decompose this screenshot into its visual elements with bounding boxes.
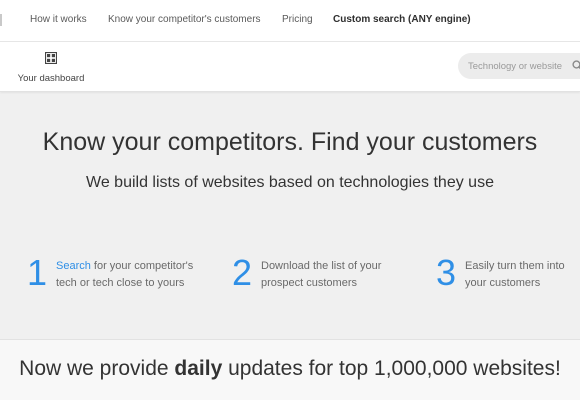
- updates-message: Now we provide daily updates for top 1,0…: [0, 357, 580, 381]
- updates-message-end: updates for top 1,000,000 websites!: [222, 357, 561, 380]
- step-number: 2: [232, 252, 253, 293]
- nav-custom-search[interactable]: Custom search (ANY engine): [333, 14, 471, 25]
- updates-message-bold: daily: [174, 357, 223, 380]
- step-description: Download the list of your prospect custo…: [261, 260, 382, 289]
- step-text: Search for your competitor's tech or tec…: [56, 258, 206, 291]
- dashboard-label: Your dashboard: [17, 73, 85, 84]
- search-link[interactable]: Search: [56, 260, 91, 272]
- step-description: Easily turn them into your customers: [465, 260, 565, 289]
- nav-pricing[interactable]: Pricing: [282, 14, 313, 25]
- search-box: [458, 53, 580, 79]
- top-navigation: How it works Know your competitor's cust…: [0, 0, 580, 42]
- nav-how-it-works[interactable]: How it works: [30, 14, 87, 25]
- nav-know-competitors-customers[interactable]: Know your competitor's customers: [108, 14, 261, 25]
- updates-message-start: Now we provide: [19, 357, 175, 380]
- dashboard-icon: [45, 52, 57, 64]
- logo-fragment: [0, 14, 2, 26]
- step-number: 1: [27, 252, 48, 293]
- step-number: 3: [436, 252, 457, 293]
- dashboard-link[interactable]: Your dashboard: [14, 52, 88, 86]
- hero-subtitle: We build lists of websites based on tech…: [86, 174, 494, 191]
- search-input[interactable]: [468, 53, 568, 79]
- updates-banner: Now we provide daily updates for top 1,0…: [0, 339, 580, 400]
- search-icon[interactable]: [572, 60, 580, 71]
- hero-title: Know your competitors. Find your custome…: [42, 128, 538, 156]
